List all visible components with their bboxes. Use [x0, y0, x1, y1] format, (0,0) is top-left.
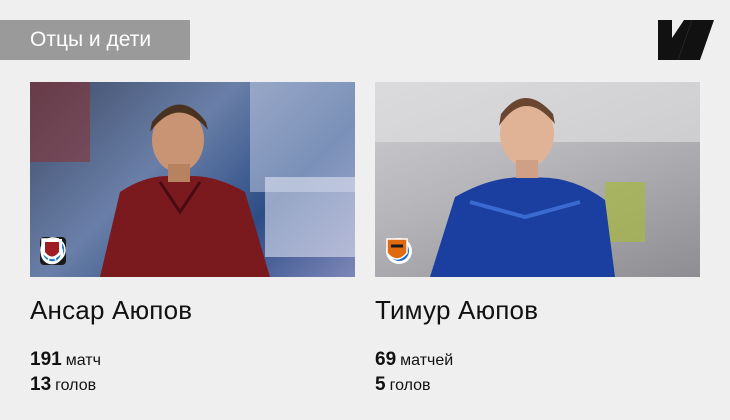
- goals-count: 5: [375, 374, 386, 395]
- matches-stat: 191 матч: [30, 348, 355, 373]
- matches-unit: матчей: [400, 352, 454, 369]
- matches-count: 191: [30, 349, 62, 370]
- player-photo: Д★★: [30, 82, 355, 277]
- player-stats: 69 матчей 5 голов: [375, 348, 700, 398]
- goals-count: 13: [30, 374, 52, 395]
- club-badges: Д★★: [40, 237, 210, 265]
- goals-unit: голов: [389, 377, 431, 394]
- goals-stat: 13 голов: [30, 373, 355, 398]
- player-card-father: Д★★ Ансар Аюпов 191матч 13голов: [30, 82, 355, 398]
- dynamo-badge: Д★★: [40, 237, 174, 265]
- player-photo: [375, 82, 700, 277]
- player-name: Ансар Аюпов: [30, 295, 193, 325]
- player-name: Тимур Аюпов: [375, 295, 539, 325]
- rubin-badge: [42, 237, 210, 265]
- club-badges: [385, 237, 447, 265]
- ural-badge: [386, 237, 447, 265]
- player-card-son: Тимур Аюпов 69 матчей 5 голов: [375, 82, 700, 398]
- matches-stat: 69 матчей: [375, 348, 700, 373]
- baltika-badge: [40, 237, 138, 265]
- lokomotiv-badge: [40, 237, 102, 265]
- category-tag: Отцы и дети: [0, 20, 190, 60]
- site-logo-icon[interactable]: [658, 20, 714, 60]
- goals-unit: голов: [55, 377, 97, 394]
- category-tag-label: Отцы и дети: [30, 28, 152, 51]
- matches-count: 69: [375, 349, 397, 370]
- matches-unit: матч: [65, 352, 101, 369]
- player-stats: 191 матч 13 голов: [30, 348, 355, 398]
- goals-stat: 5 голов: [375, 373, 700, 398]
